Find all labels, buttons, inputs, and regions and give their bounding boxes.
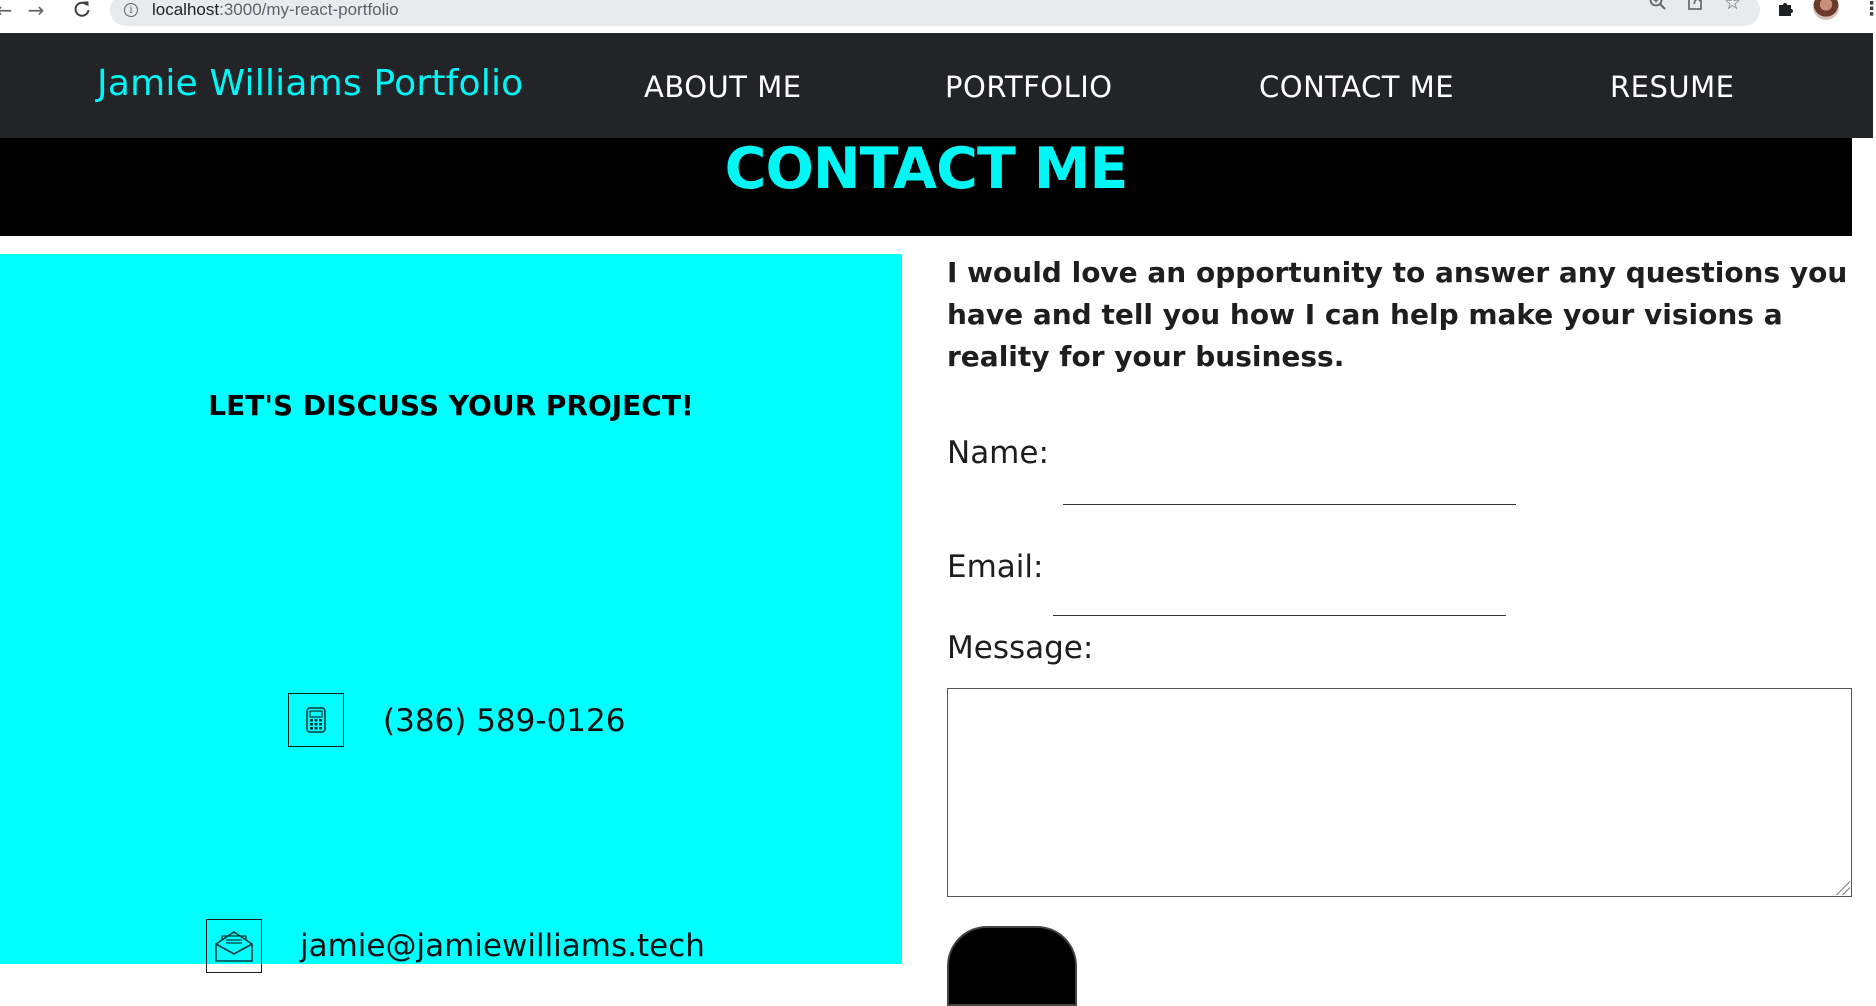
contact-intro: I would love an opportunity to answer an… (947, 256, 1848, 373)
brand-title[interactable]: Jamie Williams Portfolio (97, 61, 523, 107)
textarea-resize-handle[interactable] (1836, 881, 1850, 895)
contact-info-panel: LET'S DISCUSS YOUR PROJECT! (386) 589-01… (0, 254, 902, 973)
puzzle-icon[interactable] (1776, 0, 1796, 23)
url-host: localhost (152, 0, 220, 19)
name-label: Name: (947, 435, 1049, 471)
nav-about-me[interactable]: ABOUT ME (644, 69, 802, 105)
nav-contact-me[interactable]: CONTACT ME (1259, 69, 1454, 105)
site-info-icon[interactable]: i (124, 3, 138, 17)
star-icon[interactable]: ☆ (1724, 0, 1741, 14)
zoom-icon[interactable] (1648, 0, 1668, 17)
url-text[interactable]: localhost:3000/my-react-portfolio (152, 0, 399, 20)
phone-number[interactable]: (386) 589-0126 (383, 701, 625, 741)
title-band: CONTACT ME (0, 138, 1852, 236)
email-label: Email: (947, 549, 1044, 585)
email-address[interactable]: jamie@jamiewilliams.tech (300, 926, 705, 966)
page-title: CONTACT ME (724, 138, 1129, 202)
message-textarea[interactable] (947, 688, 1852, 897)
browser-toolbar: ← → i localhost:3000/my-react-portfolio … (0, 0, 1876, 33)
reload-icon[interactable] (68, 0, 96, 21)
email-input[interactable] (1053, 577, 1506, 616)
message-label: Message: (947, 630, 1094, 666)
site-header: Jamie Williams Portfolio ABOUT ME PORTFO… (0, 33, 1873, 138)
address-bar[interactable]: i localhost:3000/my-react-portfolio ☆ (110, 0, 1760, 26)
phone-icon (288, 693, 344, 747)
back-icon[interactable]: ← (0, 0, 18, 22)
nav-resume[interactable]: RESUME (1610, 69, 1734, 105)
envelope-icon (206, 919, 262, 973)
submit-button[interactable] (947, 926, 1077, 1006)
forward-icon[interactable]: → (22, 0, 50, 22)
url-path: :3000/my-react-portfolio (219, 0, 399, 19)
name-input[interactable] (1063, 466, 1516, 505)
profile-avatar[interactable] (1813, 0, 1839, 20)
share-icon[interactable] (1686, 0, 1706, 17)
discuss-heading: LET'S DISCUSS YOUR PROJECT! (208, 389, 694, 422)
nav-portfolio[interactable]: PORTFOLIO (945, 69, 1113, 105)
kebab-menu-icon[interactable]: ⋮ (1862, 0, 1876, 20)
